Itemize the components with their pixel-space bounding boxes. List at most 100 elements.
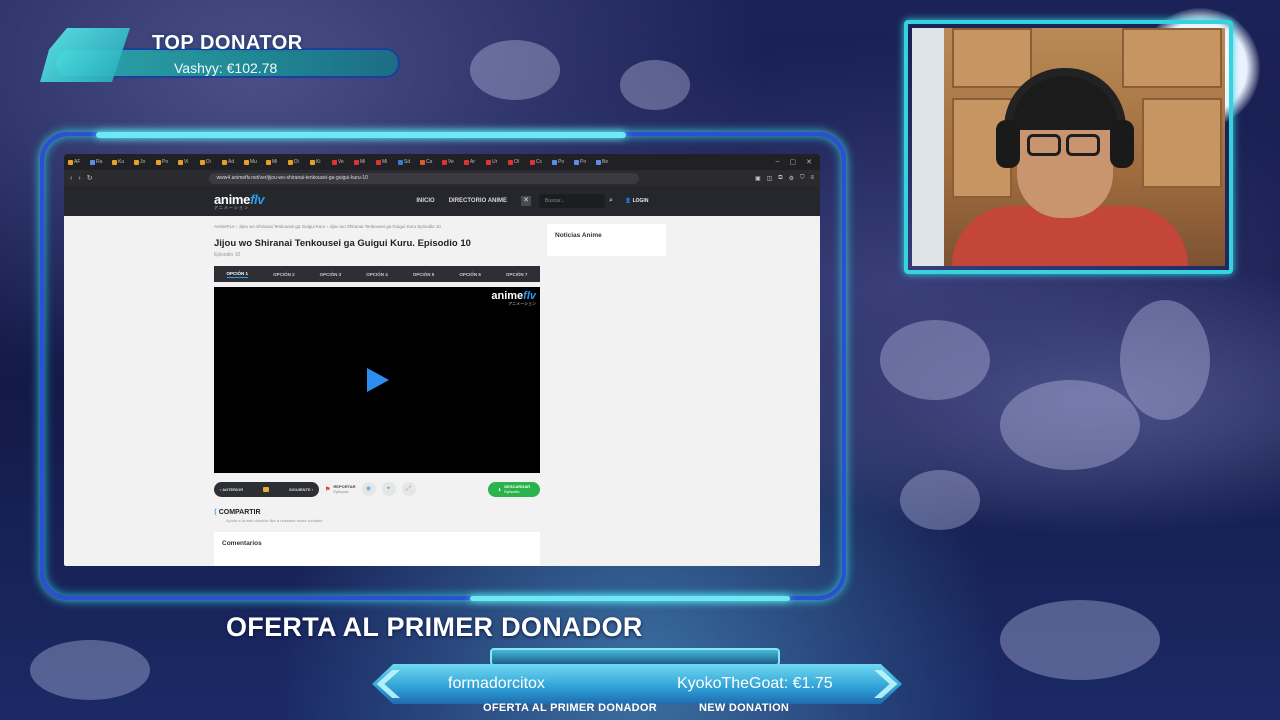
frame-light-strip-top xyxy=(96,132,626,138)
player-watermark: animeflv アニメーション xyxy=(491,291,536,306)
browser-tab[interactable]: Ve xyxy=(442,157,462,167)
tab-option-5[interactable]: OPCIÓN 5 xyxy=(413,272,435,277)
tab-option-1[interactable]: OPCIÓN 1 xyxy=(226,271,249,278)
next-label: SIGUIENTE xyxy=(288,486,311,492)
page-content: AnimeFLV › Jijou wo Shiranai Tenkousei g… xyxy=(64,216,820,566)
tab-option-3[interactable]: OPCIÓN 3 xyxy=(320,272,342,277)
new-donation-label: NEW DONATION xyxy=(699,702,790,714)
download-icon: ⬇ xyxy=(497,486,502,492)
glasses-lens xyxy=(1027,134,1061,156)
browser-tab[interactable]: Cc xyxy=(530,157,550,167)
shield-icon[interactable]: ⛉ xyxy=(800,175,805,182)
browser-tab[interactable]: AF xyxy=(68,157,88,167)
tab-manager-icon[interactable]: ⧉ xyxy=(778,175,782,182)
cabinet-shape xyxy=(1142,98,1222,188)
headset-earcup xyxy=(1110,120,1134,168)
nav-directory-link[interactable]: DIRECTORIO ANIME xyxy=(449,198,507,204)
view-icon[interactable]: ◉ xyxy=(361,482,376,496)
video-player[interactable]: animeflv アニメーション xyxy=(214,287,540,473)
browser-tab[interactable]: Ur xyxy=(486,157,506,167)
browser-tab[interactable]: Mi xyxy=(354,157,374,167)
browser-tab[interactable]: Vi xyxy=(178,157,198,167)
tab-option-6[interactable]: OPCIÓN 6 xyxy=(459,272,481,277)
browser-tab[interactable]: Mi xyxy=(266,157,286,167)
nav-home-link[interactable]: INICIO xyxy=(416,198,434,204)
menu-icon[interactable]: ≡ xyxy=(810,175,814,182)
browser-tab[interactable]: Mu xyxy=(244,157,264,167)
report-button[interactable]: ⚑ REPORTAR Episodio xyxy=(325,484,356,494)
address-bar[interactable]: www4.animeflv.net/ver/jijou-wo-shiranai-… xyxy=(208,172,639,184)
donation-bar-top-strip xyxy=(490,648,780,666)
browser-tab[interactable]: Po xyxy=(552,157,572,167)
previous-episode-button[interactable]: ‹ ANTERIOR xyxy=(220,487,243,492)
episode-navigation: ‹ ANTERIOR SIGUIENTE › xyxy=(214,481,319,497)
reload-icon[interactable]: ↻ xyxy=(87,174,93,182)
back-icon[interactable]: ‹ xyxy=(70,175,72,182)
site-header: animeflv アニメーション INICIO DIRECTORIO ANIME… xyxy=(64,186,820,216)
tab-option-7[interactable]: OPCIÓN 7 xyxy=(506,272,528,277)
glasses-lens xyxy=(1066,134,1100,156)
top-donator-value: Vashyy: €102.78 xyxy=(174,60,278,76)
browser-tab[interactable]: Jo xyxy=(134,157,154,167)
logo-accent: flv xyxy=(250,191,265,207)
browser-tab[interactable]: Ku xyxy=(112,157,132,167)
offer-banner: OFERTA AL PRIMER DONADOR xyxy=(226,612,643,642)
share-icon: ⟨ xyxy=(214,509,217,516)
site-logo[interactable]: animeflv アニメーション xyxy=(214,191,265,210)
frame-light-strip-bottom xyxy=(470,596,790,601)
news-widget-title: Noticias Anime xyxy=(547,224,666,256)
server-options-tabs: OPCIÓN 1 OPCIÓN 2 OPCIÓN 3 OPCIÓN 4 OPCI… xyxy=(214,266,540,282)
share-label: COMPARTIR xyxy=(218,509,261,516)
next-episode-button[interactable]: SIGUIENTE › xyxy=(289,487,313,492)
expand-icon[interactable]: ⤢ xyxy=(401,482,416,496)
browser-tab[interactable]: Ki xyxy=(310,157,330,167)
forward-icon[interactable]: › xyxy=(78,175,80,182)
browser-tab[interactable]: Ol xyxy=(508,157,528,167)
cabinet-shape xyxy=(952,28,1032,88)
x-social-icon[interactable]: ✕ xyxy=(521,196,532,206)
browser-tab[interactable]: Ar xyxy=(464,157,484,167)
search-input[interactable]: Buscar... xyxy=(539,194,606,208)
browser-tab[interactable]: Mi xyxy=(376,157,396,167)
latest-donation: KyokoTheGoat: €1.75 xyxy=(677,675,833,692)
cabinet-shape xyxy=(1122,28,1222,88)
maximize-icon[interactable]: ▢ xyxy=(790,158,797,166)
episode-controls: ‹ ANTERIOR SIGUIENTE › ⚑ REPORTAR Episod… xyxy=(214,481,540,497)
extension-icon[interactable]: ▣ xyxy=(755,175,761,182)
browser-toolbar: ‹ › ↻ www4.animeflv.net/ver/jijou-wo-shi… xyxy=(64,170,820,186)
webcam-window-light xyxy=(912,28,944,266)
settings-icon[interactable]: ⚙ xyxy=(789,175,794,182)
login-label: LOGIN xyxy=(632,198,649,204)
browser-tab[interactable]: Di xyxy=(200,157,220,167)
browser-tab[interactable]: Be xyxy=(596,157,616,167)
search-icon[interactable]: ⌕ xyxy=(609,197,613,205)
browser-tab[interactable]: Po xyxy=(574,157,594,167)
browser-tab[interactable]: Di xyxy=(288,157,308,167)
play-icon[interactable] xyxy=(367,368,389,392)
watermark-sub: アニメーション xyxy=(508,301,536,306)
browser-window: AF Ra Ku Jo Po Vi Di Ad Mu Mi Di Ki Ve M… xyxy=(64,154,820,566)
episode-subtitle: Episodio 10 xyxy=(214,252,241,258)
sidebar-icon[interactable]: ◫ xyxy=(767,175,773,182)
browser-tab[interactable]: Ca xyxy=(420,157,440,167)
browser-tab[interactable]: Sd xyxy=(398,157,418,167)
episode-list-icon[interactable] xyxy=(263,486,270,492)
comments-section: Comentarios xyxy=(214,532,540,566)
headset-earcup xyxy=(996,120,1020,168)
top-donator-widget: TOP DONATOR Vashyy: €102.78 xyxy=(40,22,402,86)
browser-tab[interactable]: Ra xyxy=(90,157,110,167)
browser-tab[interactable]: Ve xyxy=(332,157,352,167)
flag-icon: ⚑ xyxy=(325,486,331,493)
minimize-icon[interactable]: – xyxy=(776,158,780,166)
tab-option-2[interactable]: OPCIÓN 2 xyxy=(273,272,295,277)
browser-tab-strip: AF Ra Ku Jo Po Vi Di Ad Mu Mi Di Ki Ve M… xyxy=(64,154,820,170)
previous-label: ANTERIOR xyxy=(222,486,244,492)
breadcrumb[interactable]: AnimeFLV › Jijou wo Shiranai Tenkousei g… xyxy=(214,224,441,229)
download-button[interactable]: ⬇ DESCARGAR Episodio xyxy=(488,481,540,497)
close-icon[interactable]: ✕ xyxy=(806,158,812,166)
tab-option-4[interactable]: OPCIÓN 4 xyxy=(366,272,388,277)
browser-tab[interactable]: Ad xyxy=(222,157,242,167)
light-icon[interactable]: ✦ xyxy=(381,482,396,496)
login-button[interactable]: 👤 LOGIN xyxy=(625,198,648,204)
browser-tab[interactable]: Po xyxy=(156,157,176,167)
